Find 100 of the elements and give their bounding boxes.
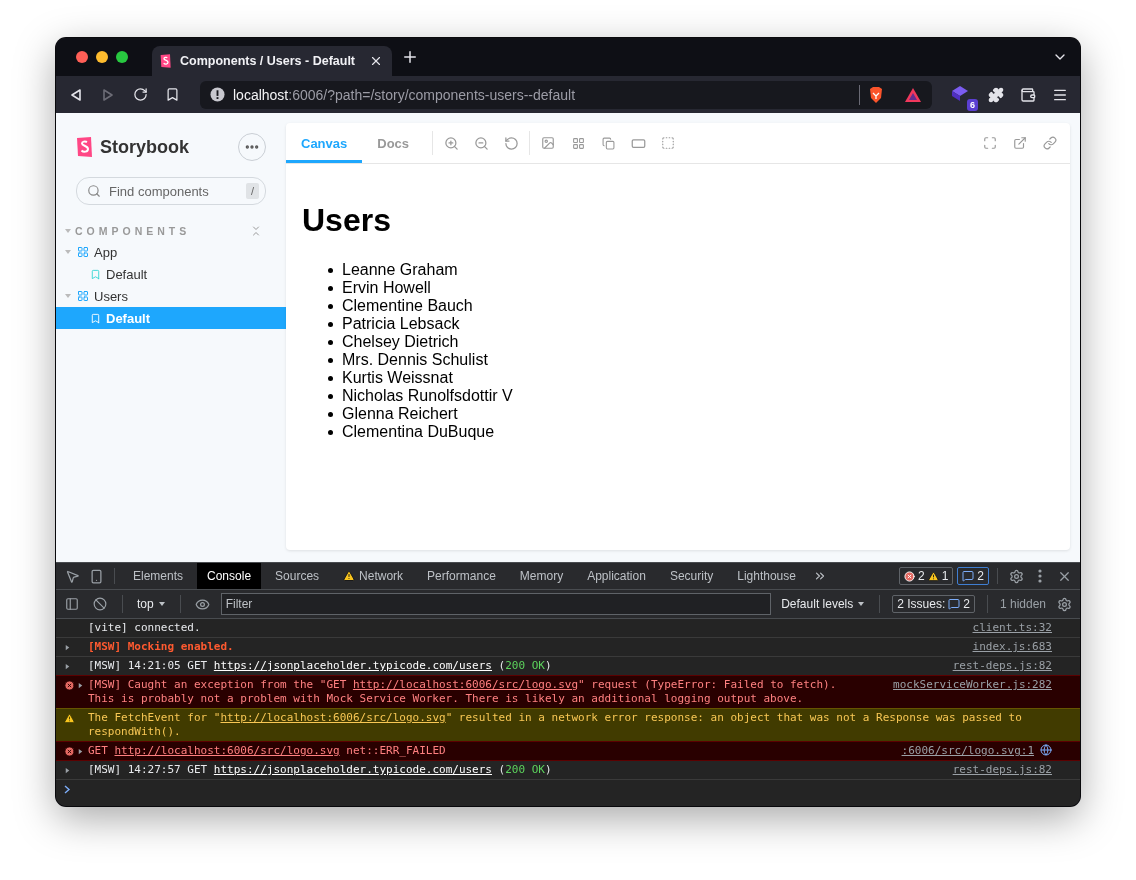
tree-label: App xyxy=(94,244,118,260)
devtools-tab[interactable]: Lighthouse xyxy=(727,563,806,589)
copy-link-icon xyxy=(1043,136,1057,150)
bookmark-icon xyxy=(90,312,101,324)
lion-shield-icon[interactable] xyxy=(868,85,884,104)
list-item: Clementine Bauch xyxy=(326,297,473,315)
tree-item[interactable]: Users xyxy=(56,285,286,307)
warning-icon xyxy=(64,712,75,724)
component-icon xyxy=(77,290,89,302)
filter-field[interactable]: Filter xyxy=(220,593,772,615)
close-window-button[interactable] xyxy=(76,51,88,63)
dropdown-caret-icon[interactable] xyxy=(857,600,866,608)
list-item: Ervin Howell xyxy=(326,279,431,297)
source-link[interactable]: rest-deps.js:82 xyxy=(952,659,1052,673)
levels-select[interactable]: Default levels xyxy=(779,597,868,611)
issues-button[interactable]: 2 Issues: 2 xyxy=(892,595,975,613)
message-icon xyxy=(962,570,975,582)
dropdown-caret-icon[interactable] xyxy=(157,600,166,608)
warning-count: 1 xyxy=(941,569,949,583)
caret-icon[interactable] xyxy=(64,766,71,774)
url-text: localhost:6006/?path=/story/components-users--default xyxy=(233,86,576,103)
devtools-tab[interactable]: Elements xyxy=(123,563,194,589)
tree-label: Default xyxy=(106,310,151,326)
settings-icon xyxy=(1008,568,1024,584)
caret-icon[interactable] xyxy=(64,662,71,670)
warning-icon xyxy=(343,570,356,582)
message-count: 2 xyxy=(977,569,984,583)
message-link[interactable]: http://localhost:6006/src/logo.svg xyxy=(352,678,579,691)
copy-link-button[interactable] xyxy=(1040,133,1060,153)
devtools-tab[interactable]: Performance xyxy=(417,563,506,589)
minimize-window-button[interactable] xyxy=(96,51,108,63)
triangle-logo-icon[interactable] xyxy=(904,86,922,103)
caret-icon[interactable] xyxy=(64,643,71,651)
section-title: COMPONENTS xyxy=(75,225,192,237)
reset-zoom-icon xyxy=(503,135,519,151)
devtools-tab[interactable]: Network xyxy=(333,563,414,589)
error-icon xyxy=(903,570,915,582)
devtools-tab[interactable]: Security xyxy=(659,563,724,589)
message-counter[interactable]: 2 xyxy=(957,567,989,585)
caret-icon[interactable] xyxy=(77,681,84,689)
source-link[interactable]: rest-deps.js:82 xyxy=(952,763,1052,777)
devtools-tab[interactable]: Console xyxy=(197,563,262,589)
open-new-tab-icon xyxy=(1013,136,1027,150)
list-item: Leanne Graham xyxy=(326,261,458,279)
source-link[interactable]: mockServiceWorker.js:282 xyxy=(893,678,1052,692)
message-link[interactable]: http://localhost:6006/src/logo.svg xyxy=(220,711,446,724)
devtools-tab[interactable]: Application xyxy=(577,563,656,589)
clear-console-icon xyxy=(93,597,107,611)
close-tab-icon xyxy=(369,54,383,68)
error-warning-counter[interactable]: 2 1 xyxy=(898,567,954,585)
console-message: [MSW] Mocking enabled. xyxy=(88,640,235,654)
component-icon xyxy=(77,246,89,258)
wallet-icon xyxy=(1020,86,1036,103)
console-message: [MSW] 14:27:57 GET https://jsonplaceholder.typicode.com/users (200 OK) xyxy=(88,763,553,777)
devtools-tab[interactable]: Memory xyxy=(509,563,574,589)
search-input[interactable]: Find components xyxy=(107,182,240,200)
more-button[interactable] xyxy=(238,133,266,161)
network-icon[interactable] xyxy=(1040,744,1052,756)
list-item: Clementina DuBuque xyxy=(326,423,495,441)
viewport-icon xyxy=(601,136,615,150)
address-bar[interactable]: localhost:6006/?path=/story/components-users--default xyxy=(200,80,932,109)
message-link[interactable]: https://jsonplaceholder.typicode.com/users xyxy=(213,763,492,776)
error-count: 2 xyxy=(917,569,925,583)
storybook-favicon-icon xyxy=(160,53,172,69)
browser-tab[interactable]: Components / Users - Default xyxy=(152,46,392,76)
live-expression-icon xyxy=(195,596,211,612)
shortcut-key: / xyxy=(245,183,259,199)
tree-label: Users xyxy=(94,288,128,304)
console-message: GET http://localhost:6006/src/logo.svg net::ERR_FAILED xyxy=(88,744,447,758)
caret-icon[interactable] xyxy=(77,747,84,755)
page-heading: Users xyxy=(302,202,392,239)
list-item: Patricia Lebsack xyxy=(326,315,460,333)
inspect-icon xyxy=(64,568,80,584)
message-link[interactable]: https://jsonplaceholder.typicode.com/users xyxy=(213,659,492,672)
extension-badge: 6 xyxy=(967,98,978,111)
maximize-window-button[interactable] xyxy=(116,51,128,63)
forward-icon xyxy=(101,87,115,102)
tree-item[interactable]: Default xyxy=(56,263,286,285)
extensions-icon xyxy=(988,86,1004,103)
source-link[interactable]: :6006/src/logo.svg:1 xyxy=(901,744,1034,758)
context-select[interactable]: top xyxy=(135,597,168,611)
tab-title: Components / Users - Default xyxy=(180,54,357,68)
bookmark-icon xyxy=(164,87,180,102)
error-icon xyxy=(64,679,75,691)
search-field[interactable]: Find components / xyxy=(76,177,266,205)
message-icon xyxy=(948,598,961,610)
storybook-logo-icon xyxy=(76,136,94,158)
console-message: [vite] connected. xyxy=(88,621,202,635)
list-item: Chelsey Dietrich xyxy=(326,333,459,351)
outline-icon xyxy=(661,136,676,150)
devtools-tab[interactable]: Sources xyxy=(265,563,330,589)
console-message: [MSW] 14:21:05 GET https://jsonplaceholder.typicode.com/users (200 OK) xyxy=(88,659,553,673)
source-link[interactable]: client.ts:32 xyxy=(972,621,1052,635)
fullscreen-icon xyxy=(983,136,997,150)
more-options-icon xyxy=(1038,569,1042,583)
tree-item[interactable]: App xyxy=(56,241,286,263)
message-link[interactable]: http://localhost:6006/src/logo.svg xyxy=(114,744,340,757)
source-link[interactable]: index.js:683 xyxy=(972,640,1052,654)
brand-name: Storybook xyxy=(100,136,190,158)
zoom-out-icon xyxy=(473,135,489,151)
